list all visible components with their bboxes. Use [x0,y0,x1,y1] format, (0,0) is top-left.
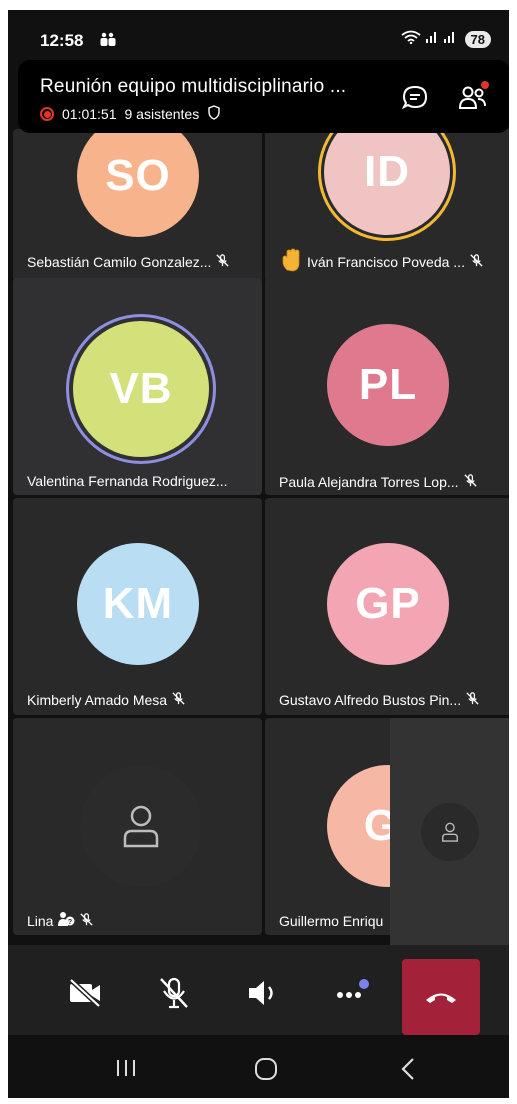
person-icon [442,822,458,842]
guest-icon: ? [57,911,75,930]
participant-name: Guillermo Enriqu [279,913,384,929]
system-nav-bar [8,1038,509,1098]
self-view-preview[interactable] [390,718,509,945]
participant-name: Paula Alejandra Torres Lop... [279,474,459,490]
participant-tile-lina[interactable]: Lina ? [13,718,262,935]
mic-off-icon [79,912,94,930]
attendee-count: 9 asistentes [124,106,200,122]
participant-name: Kimberly Amado Mesa [27,692,168,708]
meeting-header: Reunión equipo multidisciplinario ... 01… [18,60,509,133]
status-bar: 12:58 78 [8,10,509,58]
participant-name: Valentina Fernanda Rodriguez... [27,473,228,489]
recording-icon [40,107,54,121]
self-avatar [421,803,479,861]
notification-dot [481,81,489,89]
meeting-title: Reunión equipo multidisciplinario ... [40,76,347,97]
participant-tile-gp[interactable]: GP Gustavo Alfredo Bustos Pin... [265,498,509,715]
participant-name: Gustavo Alfredo Bustos Pin... [279,692,462,708]
chat-icon[interactable] [401,84,429,117]
speaker-button[interactable] [246,979,280,1012]
participant-name: Lina [27,912,54,929]
call-controls [8,945,509,1035]
home-button[interactable] [254,1057,278,1086]
avatar: ID [324,129,450,235]
participant-name: Sebastián Camilo Gonzalez... [27,254,212,270]
battery-indicator: 78 [464,31,491,48]
shield-icon [207,105,221,123]
participant-tile-id[interactable]: ID Iván Francisco Poveda ... [265,129,509,282]
avatar: VB [73,321,209,457]
back-button[interactable] [400,1057,416,1086]
participant-name: Iván Francisco Poveda ... [307,253,465,270]
leave-call-button[interactable] [402,959,480,1035]
mic-off-icon [215,253,230,271]
signal-icon [425,30,439,49]
more-options-button[interactable] [336,979,370,1010]
phone-screen: 12:58 78 SO Sebastián Camilo Gonzalez...… [8,10,509,1098]
participant-tile-vb[interactable]: VB Valentina Fernanda Rodriguez... [13,278,262,495]
participant-tile-so[interactable]: SO Sebastián Camilo Gonzalez... [13,129,262,282]
hang-up-icon [426,993,456,1003]
participant-tile-km[interactable]: KM Kimberly Amado Mesa [13,498,262,715]
mic-off-icon [469,253,484,271]
signal-icon-2 [443,30,457,49]
camera-off-button[interactable] [68,978,102,1013]
meeting-duration: 01:01:51 [62,106,117,122]
avatar: KM [77,543,199,665]
svg-text:?: ? [68,919,72,926]
person-icon [123,805,159,848]
teams-notification-icon [100,32,116,52]
participants-icon[interactable] [458,81,489,117]
wifi-icon [400,30,421,49]
status-time: 12:58 [40,31,84,50]
avatar: PL [327,324,449,446]
participant-tile-pl[interactable]: PL Paula Alejandra Torres Lop... [265,278,509,495]
raised-hand-icon [281,248,303,275]
avatar [80,765,202,887]
mic-off-icon [465,691,480,709]
mute-button[interactable] [158,976,190,1015]
mic-off-icon [171,691,186,709]
recent-apps-button[interactable] [115,1058,137,1083]
avatar: GP [327,543,449,665]
mic-off-icon [463,473,478,491]
avatar: SO [77,129,199,237]
